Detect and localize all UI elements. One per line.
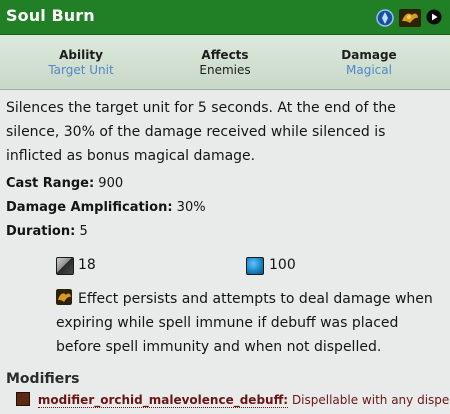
mana-icon: [246, 257, 264, 275]
stat-affects-label: Affects: [201, 48, 249, 62]
stat-damage-value: Magical: [346, 63, 392, 77]
modifier-item: modifier_orchid_malevolence_debuff: Disp…: [16, 392, 450, 408]
mana-value: 100: [269, 257, 296, 273]
property-value: 900: [98, 176, 124, 191]
modifiers-heading: Modifiers: [6, 371, 80, 387]
item-orchid-icon[interactable]: [399, 9, 421, 27]
stat-affects-value: Enemies: [199, 63, 251, 77]
stat-damage-label: Damage: [341, 48, 397, 62]
stat-affects: Affects Enemies: [155, 48, 295, 78]
stat-ability: Ability Target Unit: [11, 48, 151, 78]
stat-ability-label: Ability: [59, 48, 103, 62]
cooldown-icon: [56, 257, 74, 275]
property-key: Damage Amplification:: [6, 200, 173, 215]
stat-ability-value: Target Unit: [48, 63, 114, 77]
ability-tooltip: Soul Burn Ability Target Unit Affects En…: [0, 0, 450, 414]
property-duration: Duration: 5: [6, 224, 88, 239]
aghanims-scepter-icon[interactable]: [376, 9, 394, 27]
cooldown-value: 18: [78, 257, 96, 273]
debuff-icon: [16, 392, 30, 406]
property-key: Duration:: [6, 224, 76, 239]
property-value: 30%: [176, 200, 206, 215]
property-damage-amplification: Damage Amplification: 30%: [6, 200, 206, 215]
header-bar: Soul Burn: [0, 0, 450, 35]
property-value: 5: [79, 224, 88, 239]
ability-description: Silences the target unit for 5 seconds. …: [6, 100, 396, 164]
ability-stats-strip: Ability Target Unit Affects Enemies Dama…: [0, 35, 450, 90]
property-key: Cast Range:: [6, 176, 95, 191]
stat-damage: Damage Magical: [299, 48, 439, 78]
property-cast-range: Cast Range: 900: [6, 176, 123, 191]
modifier-name[interactable]: modifier_orchid_malevolence_debuff:: [37, 393, 289, 408]
play-icon[interactable]: [426, 9, 442, 25]
ability-title: Soul Burn: [6, 6, 95, 25]
spell-note: Effect persists and attempts to deal dam…: [56, 291, 433, 355]
modifier-description: Dispellable with any dispel.: [291, 393, 450, 407]
